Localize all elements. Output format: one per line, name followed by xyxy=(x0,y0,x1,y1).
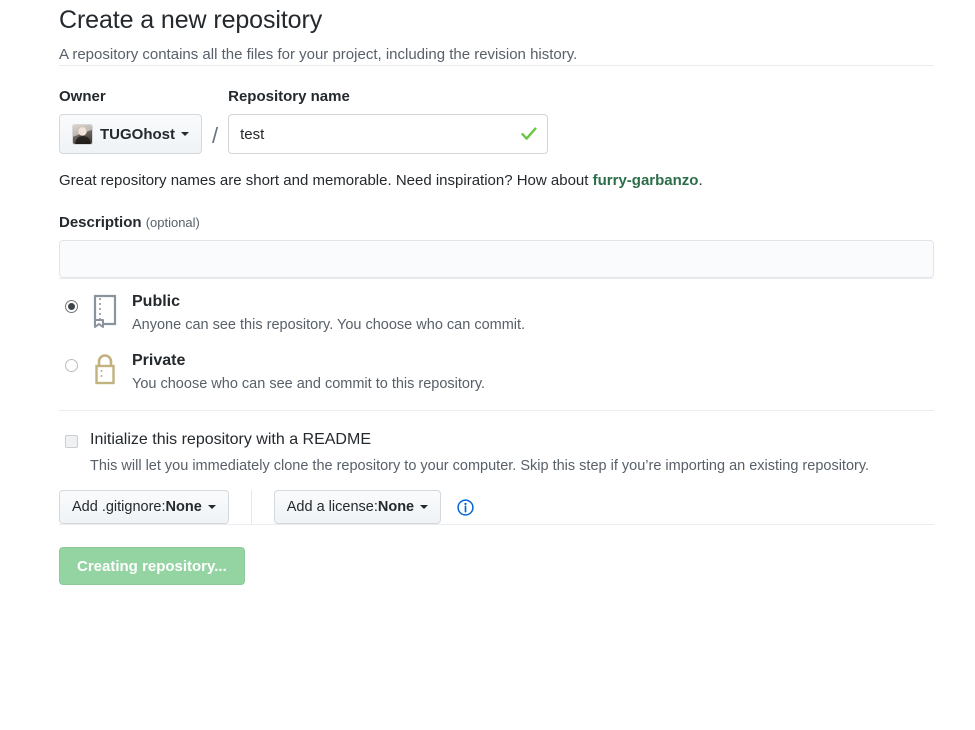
description-label-text: Description xyxy=(59,214,142,231)
suggested-name-link[interactable]: furry-garbanzo xyxy=(593,172,699,189)
info-circle-icon[interactable] xyxy=(457,498,474,516)
template-options-row: Add .gitignore: None Add a license: None xyxy=(59,490,934,524)
repository-name-label: Repository name xyxy=(228,88,350,105)
gitignore-prefix: Add .gitignore: xyxy=(72,499,166,515)
visibility-public-text: Public Anyone can see this repository. Y… xyxy=(132,292,525,335)
visibility-private-text: Private You choose who can see and commi… xyxy=(132,351,485,394)
visibility-option-private[interactable]: Private You choose who can see and commi… xyxy=(59,351,934,394)
lock-icon xyxy=(91,351,121,387)
owner-name: TUGOhost xyxy=(100,125,175,143)
visibility-private-description: You choose who can see and commit to thi… xyxy=(132,376,486,392)
page-title: Create a new repository xyxy=(59,6,323,34)
green-check-icon xyxy=(520,125,538,143)
options-separator xyxy=(250,490,252,524)
readme-checkbox[interactable] xyxy=(65,435,78,448)
readme-label: Initialize this repository with a README xyxy=(90,431,371,448)
visibility-options: Public Anyone can see this repository. Y… xyxy=(59,292,934,394)
divider-header xyxy=(59,65,934,66)
repository-name-input[interactable] xyxy=(228,114,549,154)
form-container: Create a new repository A repository con… xyxy=(59,0,934,585)
license-dropdown[interactable]: Add a license: None xyxy=(273,490,442,524)
description-field: Description (optional) xyxy=(59,214,934,278)
visibility-public-description: Anyone can see this repository. You choo… xyxy=(132,317,526,333)
license-value: None xyxy=(377,499,415,515)
chevron-down-icon xyxy=(207,505,216,509)
radio-public[interactable] xyxy=(65,300,78,313)
readme-description: This will let you immediately clone the … xyxy=(90,458,870,474)
visibility-option-public[interactable]: Public Anyone can see this repository. Y… xyxy=(59,292,934,335)
page-subtitle: A repository contains all the files for … xyxy=(59,46,578,63)
hint-suffix: . xyxy=(698,172,703,189)
divider-visibility xyxy=(59,410,934,411)
radio-private[interactable] xyxy=(65,359,78,372)
description-label: Description (optional) xyxy=(59,214,934,232)
visibility-public-title: Public xyxy=(132,293,181,310)
description-input[interactable] xyxy=(59,240,934,278)
owner-field: Owner TUGOhost xyxy=(59,88,202,154)
description-optional-text: (optional) xyxy=(145,215,200,230)
readme-row[interactable]: Initialize this repository with a README xyxy=(59,430,934,450)
visibility-private-title: Private xyxy=(132,352,186,369)
owner-repo-row: Owner TUGOhost / Repository name xyxy=(59,88,934,154)
gitignore-value: None xyxy=(165,499,202,515)
divider-footer xyxy=(59,524,934,525)
repository-name-input-wrap xyxy=(228,114,549,154)
owner-label: Owner xyxy=(59,88,106,105)
hint-prefix: Great repository names are short and mem… xyxy=(59,172,593,189)
repo-book-icon xyxy=(91,292,121,328)
create-repository-button[interactable]: Creating repository... xyxy=(59,547,245,585)
user-avatar-image xyxy=(72,123,93,145)
divider-description xyxy=(59,278,934,279)
gitignore-dropdown[interactable]: Add .gitignore: None xyxy=(59,490,229,524)
repository-name-field: Repository name xyxy=(228,88,549,154)
chevron-down-icon xyxy=(420,505,429,509)
path-separator: / xyxy=(212,123,219,148)
license-prefix: Add a license: xyxy=(286,499,378,515)
repository-name-hint: Great repository names are short and mem… xyxy=(59,171,934,191)
create-repository-page: Create a new repository A repository con… xyxy=(0,0,975,730)
chevron-down-icon xyxy=(181,132,189,136)
owner-dropdown[interactable]: TUGOhost xyxy=(59,114,202,154)
